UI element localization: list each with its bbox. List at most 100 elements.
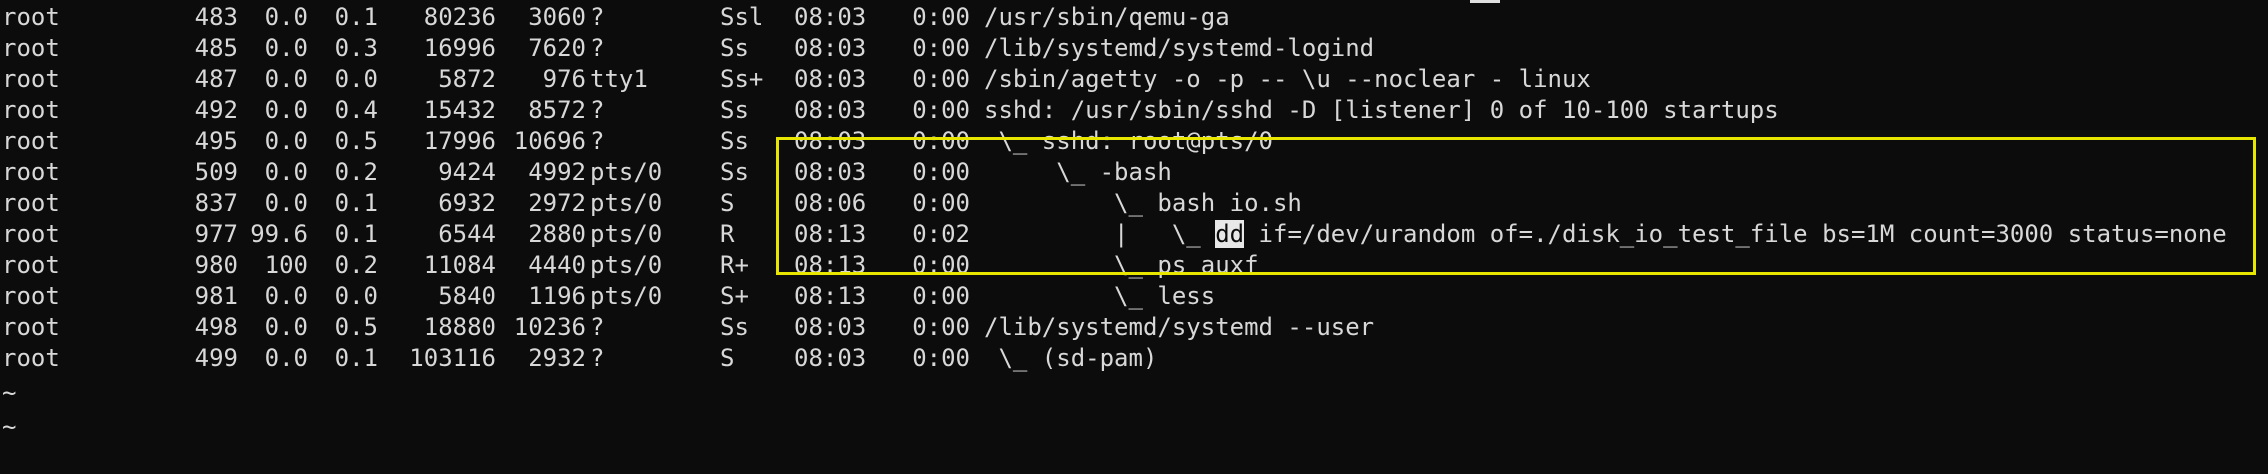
process-command: /usr/sbin/qemu-ga (984, 3, 1230, 31)
process-rss: 2880 (528, 220, 586, 248)
process-mem: 0.2 (334, 251, 378, 279)
process-command: /lib/systemd/systemd-logind (984, 34, 1375, 62)
process-rss: 2972 (528, 189, 586, 217)
process-user: root (2, 96, 60, 124)
process-user: root (2, 282, 60, 310)
process-command: \_ less (984, 282, 1216, 310)
process-stat: S+ (720, 282, 749, 310)
terminal-window[interactable]: root 483 0.0 0.1 80236 3060? Ssl 08:03 0:00/usr/… (0, 0, 2268, 474)
process-time: 0:00 (912, 313, 970, 341)
process-user: root (2, 3, 60, 31)
process-vsz: 5840 (438, 282, 496, 310)
process-start: 08:03 (794, 344, 867, 372)
process-cpu: 0.0 (264, 127, 308, 155)
process-pid: 509 (194, 158, 238, 186)
process-rss: 4440 (528, 251, 586, 279)
process-tty: pts/0 (590, 251, 663, 279)
process-cpu: 0.0 (264, 282, 308, 310)
process-user: root (2, 220, 60, 248)
process-stat: Ss+ (720, 65, 764, 93)
process-command: /sbin/agetty -o -p -- \u --noclear - lin… (984, 65, 1591, 93)
process-tty: tty1 (590, 65, 648, 93)
process-pid: 498 (194, 313, 238, 341)
process-cpu: 0.0 (264, 313, 308, 341)
process-vsz: 103116 (409, 344, 496, 372)
process-pid: 499 (194, 344, 238, 372)
process-cpu: 100 (264, 251, 308, 279)
process-stat: Ss (720, 313, 749, 341)
process-vsz: 5872 (438, 65, 496, 93)
process-stat: Ss (720, 96, 749, 124)
process-tty: pts/0 (590, 220, 663, 248)
process-start: 08:03 (794, 3, 867, 31)
process-rss: 10236 (513, 313, 586, 341)
process-stat: R (720, 220, 735, 248)
process-mem: 0.0 (334, 282, 378, 310)
process-rss: 8572 (528, 96, 586, 124)
process-pid: 981 (194, 282, 238, 310)
process-cpu: 0.0 (264, 34, 308, 62)
process-time: 0:00 (912, 96, 970, 124)
process-user: root (2, 158, 60, 186)
process-pid: 980 (194, 251, 238, 279)
process-rss: 7620 (528, 34, 586, 62)
process-start: 08:13 (794, 282, 867, 310)
process-mem: 0.2 (334, 158, 378, 186)
process-cpu: 0.0 (264, 158, 308, 186)
process-pid: 483 (194, 3, 238, 31)
process-tty: pts/0 (590, 189, 663, 217)
process-vsz: 16996 (423, 34, 496, 62)
process-rss: 4992 (528, 158, 586, 186)
process-stat: S (720, 344, 735, 372)
process-time: 0:00 (912, 344, 970, 372)
process-stat: S (720, 189, 735, 217)
process-rss: 2932 (528, 344, 586, 372)
process-cpu: 0.0 (264, 344, 308, 372)
cursor-fragment (1470, 0, 1500, 3)
process-pid: 977 (194, 220, 238, 248)
process-pid: 487 (194, 65, 238, 93)
process-cpu: 0.0 (264, 96, 308, 124)
process-mem: 0.1 (334, 3, 378, 31)
process-user: root (2, 344, 60, 372)
process-stat: R+ (720, 251, 749, 279)
process-user: root (2, 313, 60, 341)
process-time: 0:00 (912, 34, 970, 62)
process-mem: 0.4 (334, 96, 378, 124)
process-mem: 0.5 (334, 127, 378, 155)
process-tty: ? (590, 34, 605, 62)
process-start: 08:03 (794, 34, 867, 62)
process-time: 0:00 (912, 3, 970, 31)
process-pid: 495 (194, 127, 238, 155)
process-tty: ? (590, 313, 605, 341)
process-command: /lib/systemd/systemd --user (984, 313, 1375, 341)
process-cpu: 0.0 (264, 189, 308, 217)
process-pid: 492 (194, 96, 238, 124)
process-start: 08:03 (794, 65, 867, 93)
process-cpu: 99.6 (250, 220, 308, 248)
process-vsz: 80236 (423, 3, 496, 31)
process-tty: ? (590, 96, 605, 124)
process-vsz: 18880 (423, 313, 496, 341)
process-tty: ? (590, 3, 605, 31)
process-command: \_ (sd-pam) (984, 344, 1158, 372)
process-mem: 0.5 (334, 313, 378, 341)
process-stat: Ss (720, 158, 749, 186)
process-time: 0:00 (912, 65, 970, 93)
process-mem: 0.1 (334, 344, 378, 372)
process-user: root (2, 189, 60, 217)
process-vsz: 17996 (423, 127, 496, 155)
empty-line-tilde: ~ (2, 379, 17, 407)
process-rss: 976 (542, 65, 586, 93)
process-tty: ? (590, 344, 605, 372)
process-time: 0:00 (912, 282, 970, 310)
process-tty: pts/0 (590, 158, 663, 186)
process-vsz: 9424 (438, 158, 496, 186)
process-stat: Ss (720, 127, 749, 155)
process-rss: 10696 (513, 127, 586, 155)
process-mem: 0.0 (334, 65, 378, 93)
process-start: 08:03 (794, 96, 867, 124)
process-mem: 0.1 (334, 220, 378, 248)
process-pid: 485 (194, 34, 238, 62)
process-tty: pts/0 (590, 282, 663, 310)
